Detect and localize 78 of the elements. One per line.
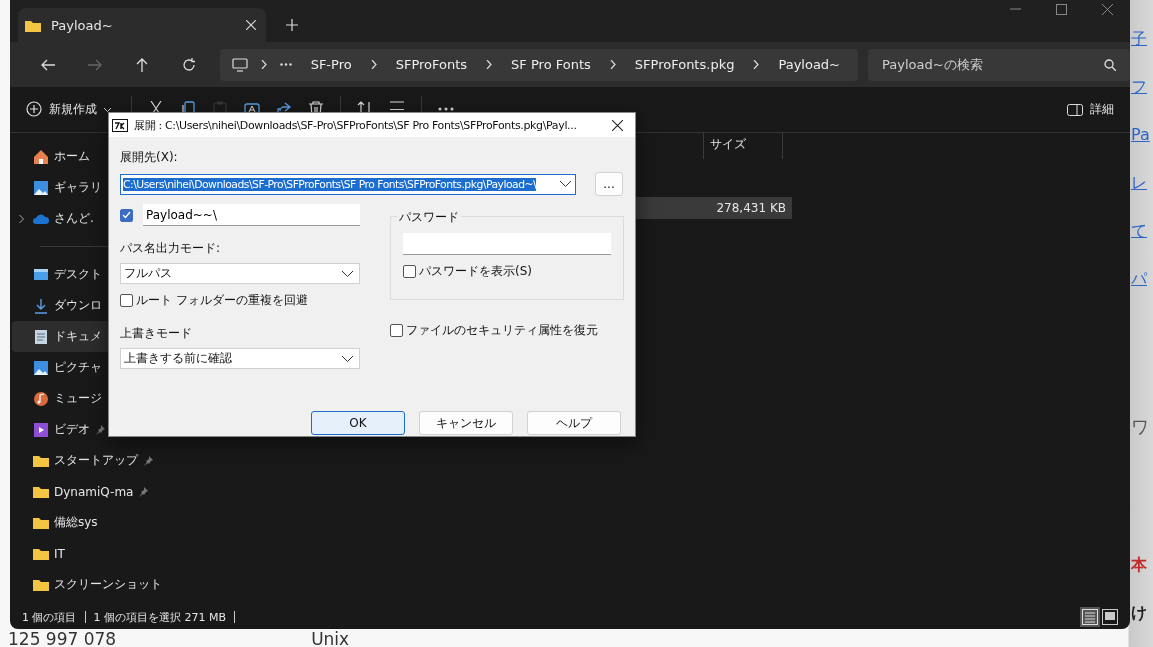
- chevron-icon: [560, 181, 571, 187]
- field-label: 展開先(X):: [120, 149, 179, 166]
- item-count: 1 個の項目: [22, 609, 77, 625]
- chevron-icon: [609, 60, 616, 69]
- tiles-view-icon[interactable]: [1102, 609, 1118, 625]
- folder-icon: [25, 18, 41, 32]
- details-button[interactable]: 詳細: [1063, 97, 1118, 122]
- picture-icon: [33, 359, 49, 376]
- sidebar-item[interactable]: DynamiQ-ma: [12, 476, 168, 507]
- sidebar-item[interactable]: IT: [12, 538, 168, 569]
- caret-icon: [104, 107, 111, 112]
- page-text: 125 997 078: [8, 629, 117, 647]
- page-text: Unix: [311, 629, 350, 647]
- checkbox-label[interactable]: ファイルのセキュリティ属性を復元: [406, 322, 598, 339]
- subfolder-field[interactable]: Payload~~\: [143, 204, 360, 226]
- page-text: 本: [1131, 554, 1147, 576]
- checkbox-label[interactable]: ルート フォルダーの重複を回避: [136, 292, 308, 309]
- dialog-title: 展開 : C:\Users\nihei\Downloads\SF-Pro\SFProFonts\SF Pro Fonts\SFProFonts.pkg\Payl...: [134, 117, 578, 133]
- sidebar-item[interactable]: 備総sys: [12, 507, 168, 538]
- new-tab-icon[interactable]: [286, 19, 298, 31]
- checkbox[interactable]: [120, 294, 133, 307]
- more-icon[interactable]: [279, 63, 292, 66]
- new-icon: [26, 101, 42, 118]
- breadcrumb-item[interactable]: SFProFonts: [389, 57, 474, 72]
- details-pane-icon: [1067, 103, 1083, 116]
- dialog-button[interactable]: OK: [311, 411, 405, 435]
- page-link[interactable]: 子: [1131, 26, 1147, 52]
- chevron-icon: [342, 270, 353, 277]
- chevron-icon: [486, 60, 493, 69]
- password-field[interactable]: [403, 233, 611, 255]
- music-icon: [33, 390, 49, 407]
- breadcrumb-item[interactable]: SF Pro Fonts: [505, 57, 597, 72]
- new-button[interactable]: 新規作成: [22, 97, 115, 122]
- details-view-icon[interactable]: [1082, 609, 1098, 625]
- field-label: パス名出力モード:: [120, 240, 222, 257]
- chevron-icon: [753, 60, 760, 69]
- chevron-icon: [260, 60, 267, 69]
- path-mode-dropdown[interactable]: フルパス: [120, 263, 360, 284]
- search-field[interactable]: Payload~の検索: [868, 48, 1130, 81]
- checkbox[interactable]: [390, 324, 403, 337]
- chevron-icon[interactable]: [18, 214, 24, 223]
- video-icon: [33, 421, 49, 438]
- house-icon: [33, 148, 49, 165]
- search-icon: [1104, 58, 1116, 71]
- chevron-icon: [370, 60, 377, 69]
- checkbox-label[interactable]: パスワードを表示(S): [419, 263, 532, 280]
- archiver-icon: [112, 118, 128, 132]
- page-link[interactable]: Pa: [1131, 122, 1150, 148]
- window-tab[interactable]: Payload~: [18, 8, 266, 42]
- page-link[interactable]: パ: [1131, 266, 1147, 292]
- chevron-icon: [342, 355, 353, 362]
- selection-info: 1 個の項目を選択 271 MB: [93, 609, 227, 625]
- breadcrumb-item[interactable]: SF-Pro: [304, 57, 358, 72]
- checkbox[interactable]: [403, 265, 416, 278]
- sidebar-item[interactable]: スタートアップ: [12, 445, 168, 476]
- dialog-button[interactable]: キャンセル: [419, 411, 513, 435]
- browse-button[interactable]: ...: [595, 172, 623, 196]
- page-link[interactable]: レ: [1131, 170, 1147, 196]
- close-icon[interactable]: [246, 20, 256, 30]
- download-icon: [33, 297, 49, 314]
- destination-combo[interactable]: C:\Users\nihei\Downloads\SF-Pro\SFProFonts\SF Pro Fonts\SFProFonts.pkg\Payload~\: [120, 173, 576, 195]
- desktop-icon: [33, 266, 49, 283]
- page-text: け: [1131, 602, 1147, 624]
- gallery-icon: [33, 179, 49, 196]
- page-text: ワ: [1131, 415, 1149, 439]
- group-title: パスワード: [397, 209, 461, 226]
- computer-icon: [231, 57, 248, 72]
- checkbox[interactable]: [120, 208, 133, 222]
- page-link[interactable]: フ: [1131, 74, 1147, 100]
- document-icon: [33, 328, 49, 345]
- breadcrumb-item[interactable]: SFProFonts.pkg: [628, 57, 741, 72]
- breadcrumb-item[interactable]: Payload~: [772, 57, 846, 72]
- address-bar[interactable]: SF-Pro SFProFonts SF Pro Fonts SFProFonts.pkg Payload~: [219, 48, 858, 81]
- column-header[interactable]: サイズ: [703, 133, 783, 159]
- overwrite-mode-dropdown[interactable]: 上書きする前に確認: [120, 348, 360, 369]
- page-link[interactable]: て: [1131, 218, 1147, 244]
- dialog-button[interactable]: ヘルプ: [527, 411, 621, 435]
- sidebar-item[interactable]: スクリーンショット: [12, 569, 168, 600]
